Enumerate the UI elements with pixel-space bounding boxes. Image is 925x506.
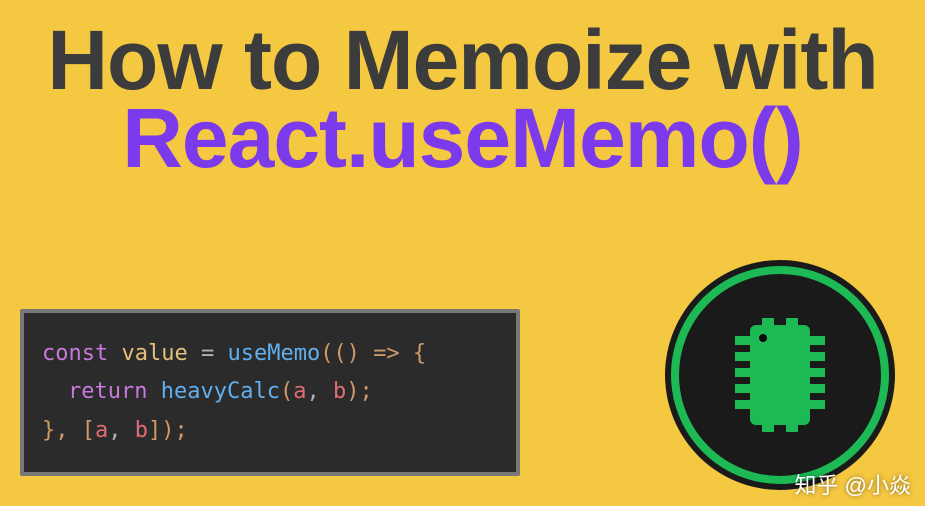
comma-1: , (306, 379, 333, 404)
code-line-3: }, [a, b]); (42, 412, 498, 451)
code-line-1: const value = useMemo(() => { (42, 335, 498, 374)
comma-2: , (108, 418, 135, 443)
deps-close: ]); (148, 418, 188, 443)
code-snippet: const value = useMemo(() => { return hea… (20, 309, 520, 477)
fn-heavyCalc: heavyCalc (161, 379, 280, 404)
arg-b: b (333, 379, 346, 404)
chip-ring (671, 266, 889, 484)
code-line-2: return heavyCalc(a, b); (42, 373, 498, 412)
operator-eq: = (188, 341, 228, 366)
arg-a: a (293, 379, 306, 404)
chip-icon (725, 310, 835, 440)
fn-useMemo: useMemo (227, 341, 320, 366)
title-block: How to Memoize with React.useMemo() (0, 0, 925, 180)
args-open: ( (280, 379, 293, 404)
watermark-text: 知乎 @小焱 (795, 468, 911, 500)
dep-b: b (135, 418, 148, 443)
keyword-return: return (68, 379, 147, 404)
title-line-1: How to Memoize with (0, 18, 925, 102)
dep-a: a (95, 418, 108, 443)
keyword-const: const (42, 341, 108, 366)
args-close: ); (346, 379, 373, 404)
chip-badge (665, 260, 895, 490)
close-brace: }, (42, 418, 82, 443)
arrow-open: (() => { (320, 341, 426, 366)
variable-value: value (121, 341, 187, 366)
title-line-2: React.useMemo() (0, 96, 925, 180)
deps-open: [ (82, 418, 95, 443)
